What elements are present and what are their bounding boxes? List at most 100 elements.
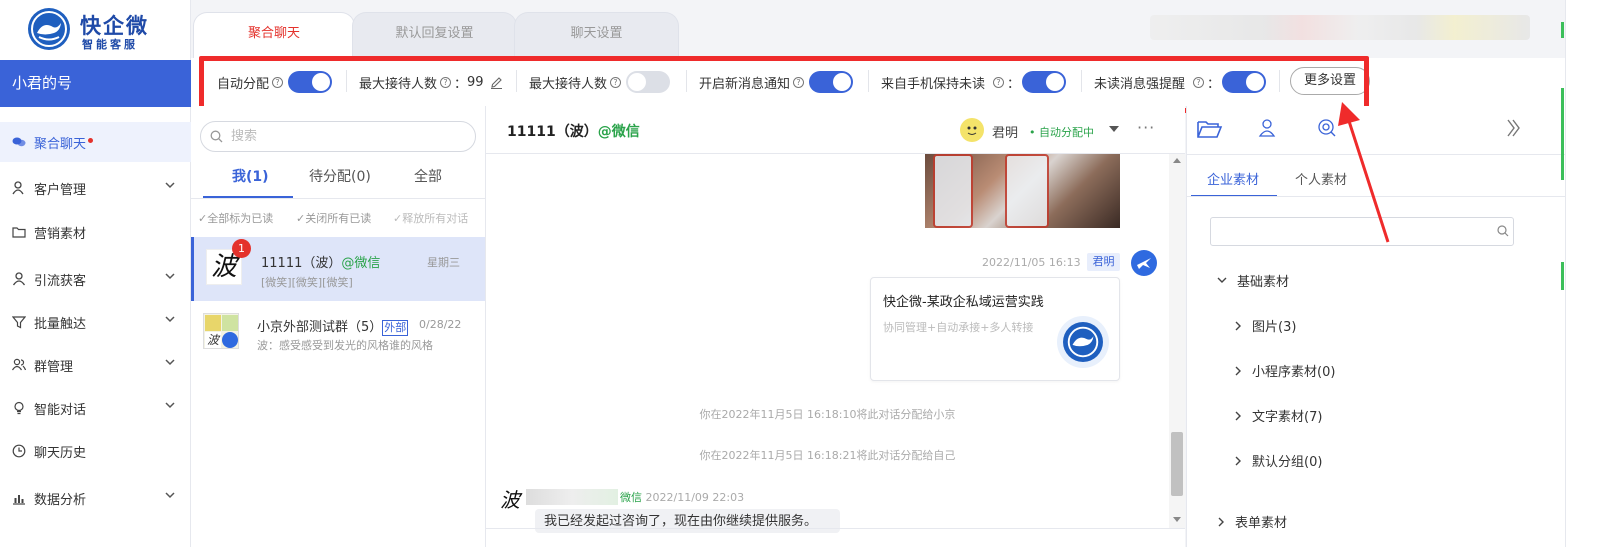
annotation-highlight-box [199,56,1369,113]
scroll-up-icon[interactable] [1173,158,1181,163]
chevron-right-icon [1235,456,1241,465]
logo-subtitle: 智能客服 [82,38,138,51]
tree-node-text[interactable]: 文字素材(7) [1235,406,1322,425]
chevron-down-icon [165,316,175,323]
sidebar-item-label: 聚合聊天 [34,136,87,152]
sidebar: 快企微 智能客服 小君的号 聚合聊天 客户管理 营销素材 引流获客 批量触达 群… [0,0,191,547]
sidebar-item-customer-mgmt[interactable]: 客户管理 [0,168,191,208]
tab-pending[interactable]: 待分配(0) [309,166,371,186]
sidebar-item-label: 数据分析 [34,492,87,508]
conversation-name-text: 小京外部测试群（5） [257,320,383,335]
incoming-avatar: 波 [496,486,524,514]
chevron-right-icon [1235,411,1241,420]
sidebar-item-label: 批量触达 [34,316,87,332]
chevron-down-icon [165,359,175,366]
sidebar-item-marketing-material[interactable]: 营销素材 [0,212,191,252]
group-icon [12,358,26,371]
tab-mine[interactable]: 我(1) [232,166,269,186]
system-message: 你在2022年11月5日 16:18:21将此对话分配给自己 [699,449,956,462]
tree-label: 基础素材 [1237,275,1290,290]
search-icon [1497,225,1509,237]
sidebar-item-group-mgmt[interactable]: 群管理 [0,345,191,385]
sidebar-item-aggregate-chat[interactable]: 聚合聊天 [0,122,191,162]
sidebar-item-smart-dialog[interactable]: 智能对话 [0,388,191,428]
conversation-item[interactable]: 波 1 11111（波）@微信 星期三 [微笑][微笑][微笑] [191,237,485,301]
divider [191,198,485,199]
chat-title-text: 11111（波） [507,124,598,140]
sidebar-item-label: 营销素材 [34,226,87,242]
message-time: 2022/11/05 16:13 [982,256,1081,269]
cartoon-avatar-icon [961,119,983,141]
tree-node-basic-material[interactable]: 基础素材 [1217,271,1289,290]
tab-default-reply[interactable]: 默认回复设置 [352,12,517,58]
tree-label: 图片(3) [1252,320,1297,335]
source-tag: @微信 [341,256,381,271]
divider [486,528,1185,529]
card-logo-icon [1063,322,1103,362]
folder-icon [12,227,26,238]
sidebar-item-label: 智能对话 [34,402,87,418]
conversation-item[interactable]: 波 小京外部测试群（5） 外部 0/28/22 波：感受感受到发光的风格谁的风格 [191,303,485,367]
image-message[interactable] [925,154,1120,228]
chevron-down-icon [165,492,175,499]
group-avatar: 波 [203,313,239,349]
bar-chart-icon [13,495,25,505]
unread-badge: 1 [232,239,251,258]
user-profile-icon[interactable] [1258,118,1278,138]
external-tag: 外部 [382,320,409,336]
chat-source: @微信 [597,124,640,140]
sender-badge: 君明 [1087,253,1120,271]
conversation-preview: 波：感受感受到发光的风格谁的风格 [257,339,433,352]
sidebar-item-batch-reach[interactable]: 批量触达 [0,302,191,342]
incoming-meta: 微信 2022/11/09 22:03 [620,489,744,505]
chevron-right-icon [1235,366,1241,375]
scroll-down-icon[interactable] [1173,517,1181,522]
clock-icon [12,444,26,458]
tree-node-default-group[interactable]: 默认分组(0) [1235,451,1322,470]
customer-icon [12,181,24,195]
sidebar-item-lead-acquire[interactable]: 引流获客 [0,259,191,299]
incoming-source: 微信 [620,491,642,504]
tree-node-images[interactable]: 图片(3) [1235,316,1296,335]
photo-bottle [1005,154,1049,228]
scrollbar-thumb[interactable] [1171,432,1183,496]
sidebar-item-chat-history[interactable]: 聊天历史 [0,431,191,471]
chevron-down-icon [165,273,175,280]
tree-label: 默认分组(0) [1252,455,1323,470]
tree-node-form-material[interactable]: 表单素材 [1218,512,1287,531]
account-name[interactable]: 小君的号 [0,60,191,107]
side-strip [1565,0,1601,547]
tree-label: 文字素材(7) [1252,410,1323,425]
conversation-name: 11111（波）@微信 [261,252,380,271]
caret-down-icon[interactable] [1109,126,1119,132]
funnel-icon [12,316,26,329]
close-all-read-link[interactable]: ✓关闭所有已读 [296,210,371,226]
tree-label: 表单素材 [1235,516,1288,531]
assign-status: • 自动分配中 [1029,126,1094,139]
card-description: 协同管理+自动承接+多人转接 [883,321,1034,334]
tab-chat-settings[interactable]: 聊天设置 [514,12,679,58]
conversation-preview: [微笑][微笑][微笑] [261,276,353,289]
incoming-message-bubble: 我已经发起过咨询了，现在由你继续提供服务。 [535,509,840,533]
photo-bottle [933,154,973,228]
folder-open-icon[interactable] [1197,118,1223,140]
status-indicator [1561,22,1564,38]
conversation-name-text: 11111（波） [261,256,342,271]
tab-enterprise-material[interactable]: 企业素材 [1207,169,1259,188]
incoming-time: 2022/11/09 22:03 [645,491,745,504]
chevron-down-icon [165,182,175,189]
tree-node-miniprogram[interactable]: 小程序素材(0) [1235,361,1335,380]
more-options-button[interactable]: ··· [1137,118,1155,137]
tab-aggregate-chat[interactable]: 聚合聊天 [193,12,355,58]
agent-name: 君明 [992,126,1019,141]
user-info-redacted [1150,15,1530,40]
tab-all[interactable]: 全部 [414,166,442,186]
expand-panel-icon[interactable] [1506,118,1520,138]
sidebar-item-data-analysis[interactable]: 数据分析 [0,478,191,518]
bulb-icon [14,401,24,415]
release-all-link[interactable]: ✓释放所有对话 [393,210,468,226]
search-placeholder: 搜索 [231,129,258,144]
conversation-search-input[interactable]: 搜索 [200,121,476,152]
mark-all-read-link[interactable]: ✓全部标为已读 [198,210,273,226]
group-avatar-tile [222,315,238,331]
